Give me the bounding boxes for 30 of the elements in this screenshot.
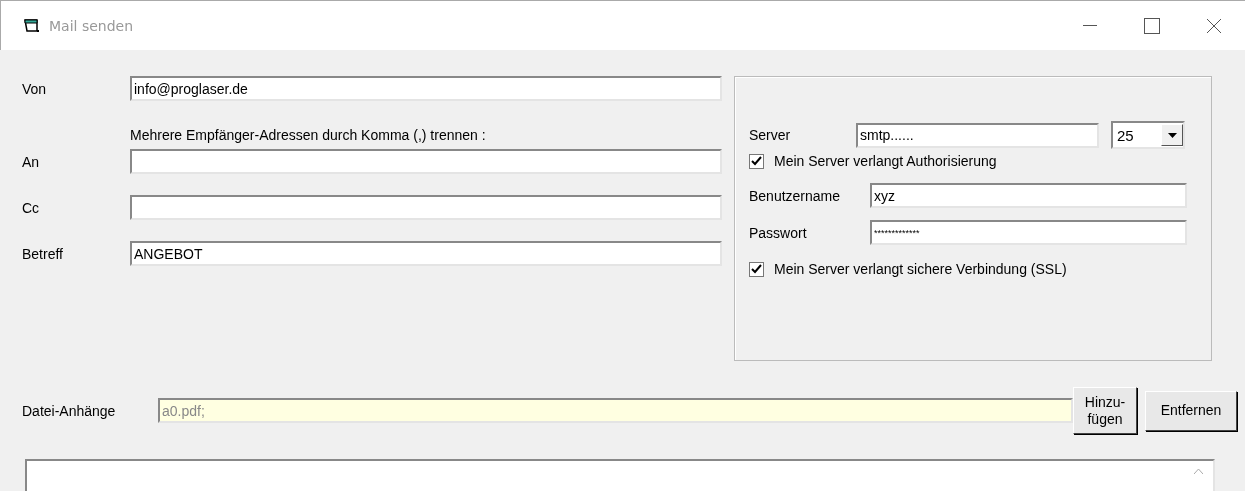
- attachments-field[interactable]: a0.pdf;: [158, 398, 1073, 423]
- close-icon[interactable]: [1206, 17, 1222, 34]
- window-app-icon: [23, 17, 41, 34]
- field-label: Datei-Anhänge: [22, 402, 117, 419]
- field-label: Betreff: [22, 245, 64, 262]
- field-label: Server: [749, 127, 792, 143]
- port-dropdown[interactable]: 25: [1111, 121, 1185, 149]
- input-field[interactable]: smtp......: [856, 122, 1099, 148]
- field-label: Passwort: [749, 224, 808, 241]
- minimize-icon[interactable]: [1083, 24, 1097, 27]
- dropdown-arrow-icon: [1167, 132, 1177, 138]
- remove-button[interactable]: Entfernen: [1145, 390, 1237, 431]
- input-field[interactable]: info@proglaser.de: [130, 76, 722, 101]
- checkbox-label: Mein Server verlangt sichere Verbindung (SSL): [774, 261, 1067, 277]
- checkbox-label: Mein Server verlangt Authorisierung: [774, 153, 997, 169]
- checkbox[interactable]: [749, 153, 764, 169]
- password-field[interactable]: *************: [870, 220, 1187, 245]
- checkbox[interactable]: [749, 261, 764, 277]
- field-label: Benutzername: [749, 187, 842, 204]
- input-field[interactable]: [130, 195, 722, 220]
- maximize-icon[interactable]: [1144, 17, 1160, 34]
- field-label: An: [22, 153, 41, 170]
- input-field[interactable]: ANGEBOT: [130, 241, 722, 266]
- field-label: Von: [22, 80, 48, 97]
- window-title: Mail senden: [49, 17, 135, 34]
- hint-text: Mehrere Empfänger-Adressen durch Komma (,) trennen :: [130, 127, 487, 143]
- add-button[interactable]: Hinzu- fügen: [1073, 387, 1137, 434]
- input-field[interactable]: [130, 149, 722, 174]
- field-label: Cc: [22, 199, 41, 216]
- input-field[interactable]: xyz: [870, 183, 1187, 208]
